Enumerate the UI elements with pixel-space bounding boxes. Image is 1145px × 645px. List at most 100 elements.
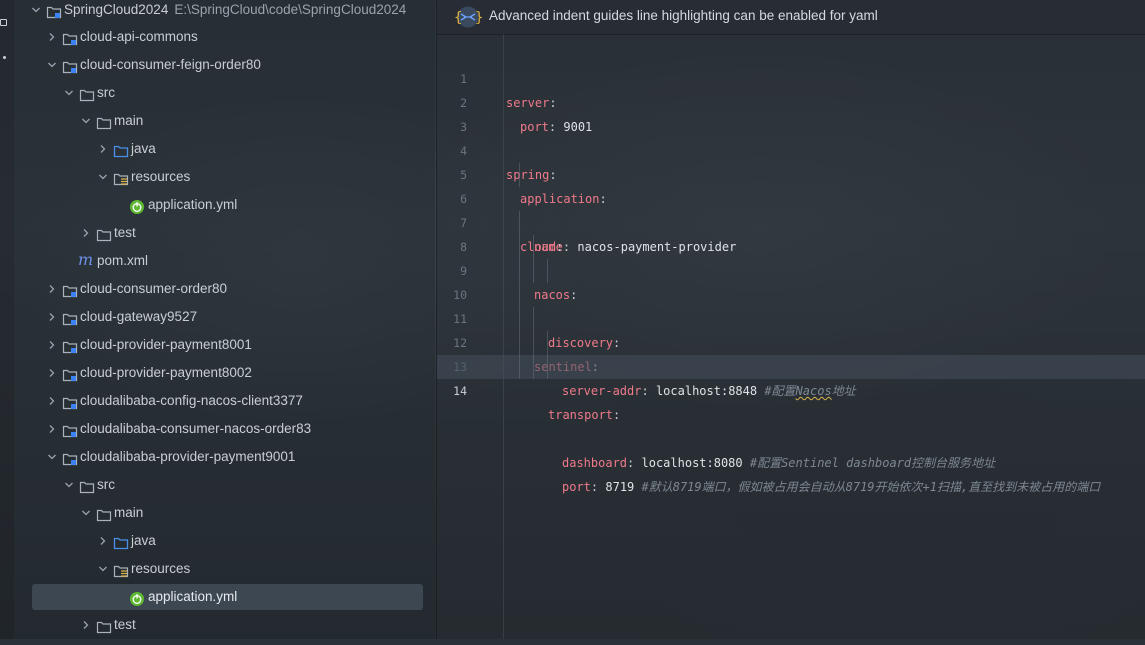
tree-row-file[interactable]: application.yml: [14, 191, 435, 219]
tree-row-file[interactable]: m pom.xml: [14, 247, 435, 275]
code-line[interactable]: 11 sentinel:: [437, 283, 1145, 374]
chevron-right-icon[interactable]: [46, 331, 58, 359]
chevron-right-icon[interactable]: [46, 275, 58, 303]
structure-icon[interactable]: [0, 19, 7, 26]
code-line[interactable]: 6 name: nacos-payment-provider: [437, 163, 1145, 254]
tree-row-folder[interactable]: java: [14, 527, 435, 555]
tree-row-folder[interactable]: test: [14, 611, 435, 639]
chevron-right-icon[interactable]: [46, 359, 58, 387]
indent-guide: [547, 355, 548, 379]
root-path: E:\SpringCloud\code\SpringCloud2024: [174, 2, 407, 17]
chevron-down-icon[interactable]: [30, 0, 42, 24]
tool-window-strip: [0, 0, 14, 639]
chevron-right-icon[interactable]: [80, 611, 92, 639]
yaml-colon: :: [641, 384, 649, 398]
tree-row-module[interactable]: cloud-consumer-order80: [14, 275, 435, 303]
line-number: 14: [453, 384, 467, 398]
yaml-value: 8719: [598, 480, 642, 494]
comment-part: #配置: [764, 384, 796, 398]
spring-yaml-icon: [129, 589, 145, 606]
code-line[interactable]: 8 nacos:: [437, 211, 1145, 302]
tree-row-folder[interactable]: main: [14, 107, 435, 135]
tree-row-file-selected[interactable]: application.yml: [14, 583, 435, 611]
indent-guide: [533, 259, 534, 283]
tree-item-label: src: [97, 477, 115, 492]
chevron-down-icon[interactable]: [80, 499, 92, 527]
module-folder-icon: [62, 421, 78, 438]
code-line[interactable]: 13 dashboard: localhost:8080 #配置Sentinel…: [437, 331, 1145, 470]
chevron-down-icon[interactable]: [80, 107, 92, 135]
code-line[interactable]: 9 discovery:: [437, 235, 1145, 350]
indent-guide: [519, 163, 520, 187]
source-folder-icon: [113, 533, 129, 550]
root-name: SpringCloud2024: [64, 2, 169, 17]
tree-row-folder[interactable]: resources: [14, 555, 435, 583]
chevron-right-icon[interactable]: [46, 303, 58, 331]
tree-row-folder[interactable]: test: [14, 219, 435, 247]
code-line-current[interactable]: 14 port: 8719 #默认8719端口，假如被占用会自动从8719开始依…: [437, 355, 1145, 494]
tree-item-label: cloudalibaba-config-nacos-client3377: [80, 393, 303, 408]
more-icon[interactable]: [3, 56, 6, 59]
indent-guide: [519, 331, 520, 355]
folder-icon: [96, 617, 112, 634]
chevron-down-icon[interactable]: [97, 555, 109, 583]
code-line[interactable]: 1 server:: [437, 43, 1145, 110]
module-folder-icon: [62, 57, 78, 74]
comment-part: 地址: [831, 384, 856, 398]
tree-row-folder[interactable]: src: [14, 79, 435, 107]
code-line[interactable]: 2 port: 9001: [437, 67, 1145, 134]
tree-row-module[interactable]: cloudalibaba-consumer-nacos-order83: [14, 415, 435, 443]
line-content: transport:: [548, 403, 620, 427]
code-line[interactable]: 3: [437, 91, 1145, 134]
tree-row-module[interactable]: cloud-provider-payment8002: [14, 359, 435, 387]
tree-row-module[interactable]: cloud-api-commons: [14, 23, 435, 51]
yaml-colon: :: [613, 408, 621, 422]
tree-row-module[interactable]: cloud-provider-payment8001: [14, 331, 435, 359]
chevron-right-icon[interactable]: [46, 23, 58, 51]
tree-row-module[interactable]: cloud-gateway9527: [14, 303, 435, 331]
tree-item-label: cloud-api-commons: [80, 29, 198, 44]
chevron-down-icon[interactable]: [63, 79, 75, 107]
code-editor[interactable]: {} Advanced indent guides line highlight…: [436, 0, 1145, 639]
module-folder-icon: [62, 29, 78, 46]
chevron-right-icon[interactable]: [46, 415, 58, 443]
tree-row-folder[interactable]: resources: [14, 163, 435, 191]
tree-item-label: cloud-provider-payment8002: [80, 365, 252, 380]
tree-row-folder[interactable]: main: [14, 499, 435, 527]
yaml-key: transport: [548, 408, 614, 422]
tree-row-module[interactable]: cloudalibaba-config-nacos-client3377: [14, 387, 435, 415]
folder-icon: [96, 113, 112, 130]
line-content: server-addr: localhost:8848 #配置Nacos地址: [562, 379, 856, 403]
spring-yaml-icon: [129, 197, 145, 214]
chevron-down-icon[interactable]: [46, 443, 58, 471]
code-line[interactable]: 5 application:: [437, 139, 1145, 206]
chevron-down-icon[interactable]: [63, 471, 75, 499]
yaml-indent-icon[interactable]: {}: [452, 6, 484, 31]
chevron-right-icon[interactable]: [97, 527, 109, 555]
chevron-right-icon[interactable]: [80, 219, 92, 247]
tree-row-root[interactable]: SpringCloud2024 E:\SpringCloud\code\Sprin…: [14, 0, 435, 24]
tree-item-label: src: [97, 85, 115, 100]
tree-row-module[interactable]: cloudalibaba-provider-payment9001: [14, 443, 435, 471]
tree-row-module[interactable]: cloud-consumer-feign-order80: [14, 51, 435, 79]
code-line[interactable]: 7 cloud:: [437, 187, 1145, 254]
module-folder-icon: [62, 365, 78, 382]
code-line[interactable]: 4 spring:: [437, 115, 1145, 182]
tree-item-label: cloud-consumer-feign-order80: [80, 57, 261, 72]
tree-item-label: java: [131, 533, 156, 548]
chevron-right-icon[interactable]: [46, 387, 58, 415]
indent-guide: [519, 259, 520, 283]
chevron-down-icon[interactable]: [46, 51, 58, 79]
tree-row-folder[interactable]: src: [14, 471, 435, 499]
module-folder-icon: [62, 281, 78, 298]
maven-icon: m: [78, 250, 94, 269]
tree-item-label: main: [114, 505, 144, 520]
yaml-value: localhost:8080: [634, 456, 750, 470]
chevron-right-icon[interactable]: [97, 135, 109, 163]
code-line[interactable]: 10 server-addr: localhost:8848 #配置Nacos地…: [437, 259, 1145, 398]
tree-row-folder[interactable]: java: [14, 135, 435, 163]
module-folder-icon: [62, 393, 78, 410]
chevron-down-icon[interactable]: [97, 163, 109, 191]
indent-guide: [533, 331, 534, 355]
code-line[interactable]: 12 transport:: [437, 307, 1145, 422]
